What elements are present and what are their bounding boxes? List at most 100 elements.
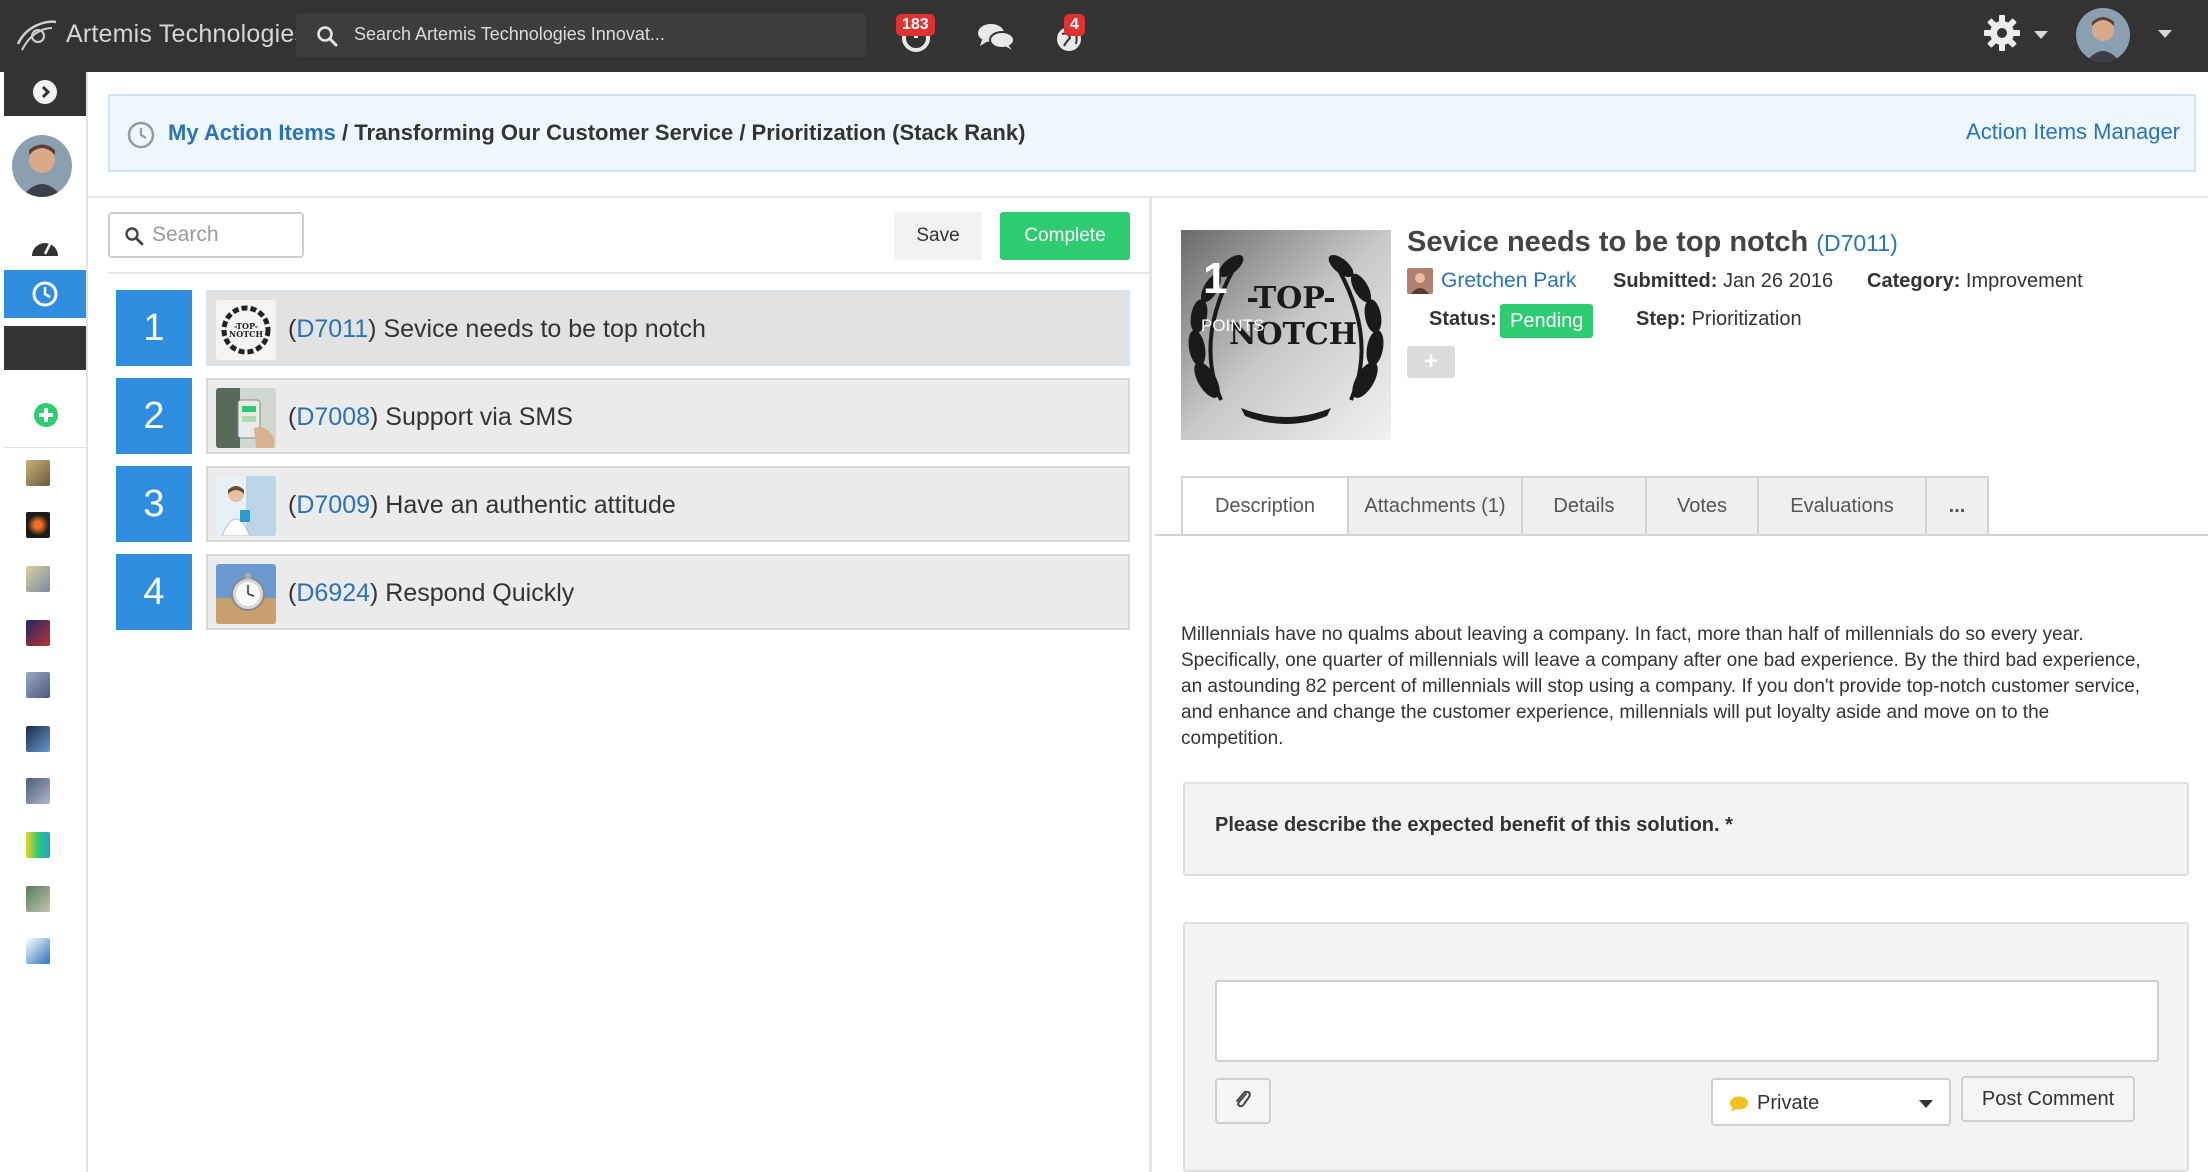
breadcrumb-my-action-items[interactable]: My Action Items	[168, 120, 336, 145]
idea-description: Millennials have no qualms about leaving…	[1181, 624, 2141, 749]
chevron-down-icon	[2034, 31, 2048, 39]
tab-evaluations[interactable]: Evaluations	[1757, 476, 1927, 536]
breadcrumb: My Action Items / Transforming Our Custo…	[168, 120, 1025, 146]
idea-code-link[interactable]: D7011	[296, 315, 368, 343]
ranking-search-input[interactable]	[152, 222, 292, 248]
brand[interactable]: Artemis Technologies	[12, 14, 307, 54]
rank-card[interactable]: (D7009) Have an authentic attitude	[206, 466, 1130, 542]
idea-thumbnail: -TOP- NOTCH	[216, 300, 276, 360]
divider	[108, 272, 1152, 274]
breadcrumb-path: / Transforming Our Customer Service / Pr…	[335, 120, 1026, 145]
ranking-panel: Save Complete 1 -TOP- NOTCH (D7011) Sevi…	[88, 198, 1152, 1172]
sidebar-item-community-2[interactable]	[26, 512, 50, 538]
user-menu-caret-icon[interactable]	[2158, 30, 2172, 38]
save-button[interactable]: Save	[894, 212, 982, 260]
tab-description[interactable]: Description	[1181, 476, 1349, 536]
search-icon	[125, 227, 144, 246]
rank-number: 4	[116, 554, 192, 630]
paperclip-icon	[1236, 1090, 1251, 1107]
rank-title: (D6924) Respond Quickly	[288, 579, 575, 607]
rank-row[interactable]: 4 (D6924) Respond Quickly	[116, 554, 1130, 630]
rank-row[interactable]: 2 (D7008) Support via SMS	[116, 378, 1130, 454]
idea-detail-panel: -TOP- NOTCH 1 POINTS Sevice needs to be …	[1155, 198, 2208, 1172]
sidebar-item-community-3[interactable]	[26, 566, 50, 592]
avatar-photo	[2076, 8, 2130, 62]
sidebar-item-community-9[interactable]	[26, 886, 50, 912]
settings-menu[interactable]	[1982, 13, 2048, 58]
rank-number: 3	[116, 466, 192, 542]
comment-input[interactable]	[1215, 980, 2159, 1062]
category-meta: Category: Improvement	[1867, 270, 2083, 292]
chevron-down-icon	[1919, 1100, 1933, 1108]
sidebar-item-community-5[interactable]	[26, 672, 50, 698]
add-circle-icon	[34, 403, 58, 427]
chat-icon	[978, 24, 1015, 50]
sidebar-item-community-10[interactable]	[26, 938, 50, 964]
svg-text:NOTCH: NOTCH	[229, 329, 264, 339]
comment-bubble-icon	[1730, 1096, 1748, 1112]
idea-thumbnail	[216, 564, 276, 624]
sidebar-item-action-items[interactable]	[4, 270, 86, 318]
rank-card[interactable]: (D6924) Respond Quickly	[206, 554, 1130, 630]
global-search[interactable]: Search Artemis Technologies Innovat...	[296, 13, 866, 57]
tabs-divider	[1155, 534, 2208, 536]
idea-thumbnail	[216, 476, 276, 536]
sidebar-item-community-6[interactable]	[26, 726, 50, 752]
rank-card[interactable]: (D7008) Support via SMS	[206, 378, 1130, 454]
notifications-button[interactable]: 183	[896, 14, 940, 58]
rank-number: 2	[116, 378, 192, 454]
author-avatar	[1407, 268, 1433, 294]
question-text: Please describe the expected benefit of …	[1215, 814, 1733, 836]
sidebar-item-community-4[interactable]	[26, 620, 50, 646]
breadcrumb-bar: My Action Items / Transforming Our Custo…	[108, 94, 2196, 172]
attach-button[interactable]	[1215, 1078, 1271, 1124]
rank-title: (D7008) Support via SMS	[288, 403, 573, 431]
sidebar-item-community-1[interactable]	[26, 460, 50, 486]
action-items-manager-link[interactable]: Action Items Manager	[1966, 119, 2180, 145]
status-badge: Pending	[1500, 304, 1594, 338]
add-button[interactable]: +	[1407, 346, 1455, 378]
idea-code-link[interactable]: D6924	[296, 579, 370, 607]
gear-icon	[1984, 15, 2020, 51]
comment-section: Private Post Comment	[1183, 922, 2189, 1172]
rank-row[interactable]: 1 -TOP- NOTCH (D7011) Sevice needs to be…	[116, 290, 1130, 366]
complete-button[interactable]: Complete	[1000, 212, 1130, 260]
sidebar-toggle[interactable]	[4, 72, 86, 116]
step-meta: Step: Prioritization	[1636, 308, 1802, 330]
tab-votes[interactable]: Votes	[1645, 476, 1759, 536]
visibility-select[interactable]: Private	[1711, 1078, 1951, 1126]
chevron-right-icon	[33, 80, 57, 104]
rank-card[interactable]: -TOP- NOTCH (D7011) Sevice needs to be t…	[206, 290, 1130, 366]
sidebar-item-community-8[interactable]	[26, 832, 50, 858]
sidebar-separator	[4, 447, 86, 448]
brand-name: Artemis Technologies	[66, 19, 308, 48]
user-avatar[interactable]	[2076, 8, 2130, 62]
sidebar-item-community-7[interactable]	[26, 778, 50, 804]
idea-code-link[interactable]: D7008	[296, 403, 370, 431]
tab-details[interactable]: Details	[1521, 476, 1647, 536]
global-search-placeholder: Search Artemis Technologies Innovat...	[354, 24, 665, 44]
post-comment-button[interactable]: Post Comment	[1961, 1076, 2135, 1122]
tab-attachments[interactable]: Attachments (1)	[1347, 476, 1523, 536]
ranking-search[interactable]	[108, 212, 304, 258]
author-link[interactable]: Gretchen Park	[1441, 269, 1576, 293]
rank-row[interactable]: 3 (D7009) Have an authentic attitude	[116, 466, 1130, 542]
sidebar-item-dashboard[interactable]	[4, 222, 86, 270]
idea-thumbnail	[216, 388, 276, 448]
points-label: POINTS	[1201, 316, 1265, 335]
sidebar-divider-block	[4, 326, 86, 370]
idea-title: Sevice needs to be top notch (D7011)	[1407, 226, 1898, 258]
sidebar-avatar[interactable]	[12, 135, 72, 197]
idea-code-link[interactable]: D7009	[296, 491, 370, 519]
clock-icon	[32, 281, 58, 307]
logo-icon	[16, 20, 57, 51]
chat-button[interactable]	[974, 14, 1018, 58]
visibility-value: Private	[1757, 1092, 1820, 1114]
tab-more[interactable]: ...	[1925, 476, 1989, 536]
submitted-meta: Submitted: Jan 26 2016	[1613, 270, 1834, 292]
alerts-button[interactable]: 4	[1052, 14, 1096, 58]
rank-title: (D7009) Have an authentic attitude	[288, 491, 676, 519]
left-sidebar	[0, 72, 88, 1172]
sidebar-item-add[interactable]	[4, 392, 86, 440]
idea-code-link[interactable]: D7011	[1824, 230, 1890, 256]
